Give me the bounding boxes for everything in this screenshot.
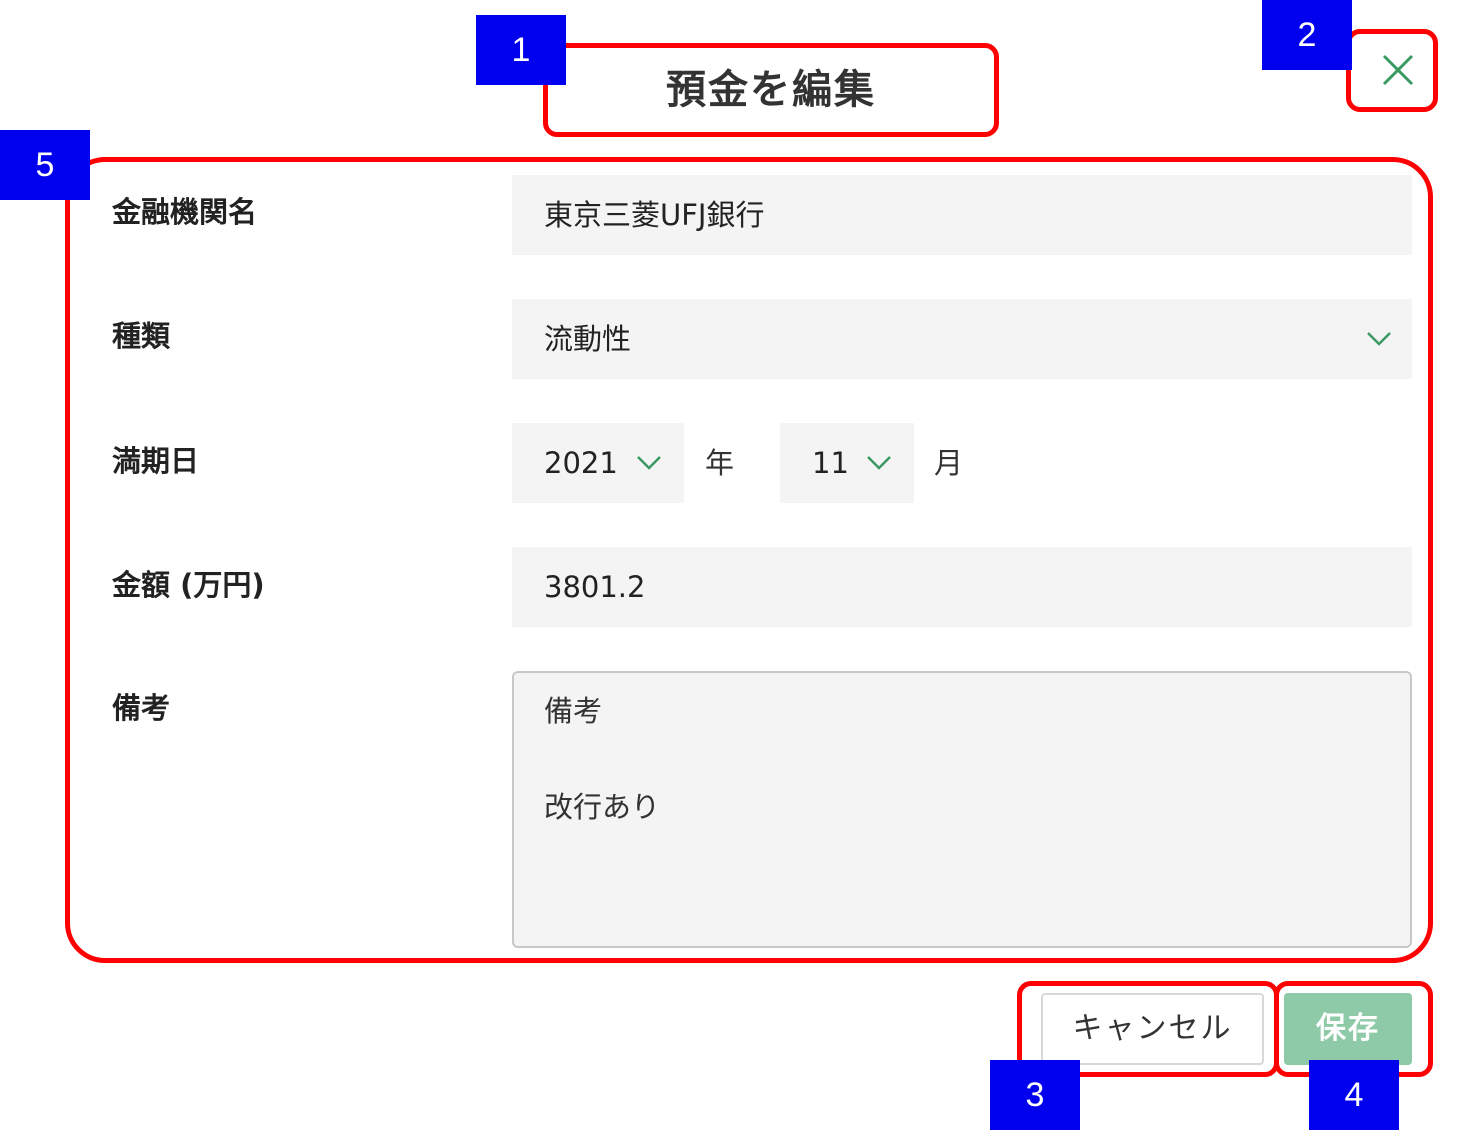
year-select[interactable]: 2021	[512, 423, 684, 503]
annotation-badge-5: 5	[0, 130, 90, 200]
month-unit-label: 月	[934, 446, 964, 480]
dialog-title: 預金を編集	[666, 67, 876, 113]
chevron-down-icon	[636, 423, 662, 503]
month-select[interactable]: 11	[780, 423, 914, 503]
institution-label: 金融機関名	[112, 195, 258, 229]
amount-input[interactable]: 3801.2	[512, 547, 1412, 627]
year-unit-label: 年	[705, 446, 735, 480]
save-button[interactable]: 保存	[1284, 993, 1412, 1065]
notes-label: 備考	[112, 691, 171, 725]
month-select-value: 11	[812, 446, 849, 480]
type-label: 種類	[112, 319, 171, 353]
maturity-label: 満期日	[112, 444, 200, 478]
annotation-badge-2: 2	[1262, 0, 1352, 70]
chevron-down-icon	[1366, 299, 1392, 379]
annotation-badge-3: 3	[990, 1060, 1080, 1130]
close-button[interactable]	[1368, 44, 1428, 96]
type-select-value: 流動性	[544, 322, 632, 356]
year-select-value: 2021	[544, 446, 618, 480]
chevron-down-icon	[866, 423, 892, 503]
type-select[interactable]: 流動性	[512, 299, 1412, 379]
annotation-badge-4: 4	[1309, 1060, 1399, 1130]
notes-textarea[interactable]: 備考 改行あり	[512, 671, 1412, 948]
institution-input[interactable]: 東京三菱UFJ銀行	[512, 175, 1412, 255]
amount-label: 金額 (万円)	[112, 568, 265, 602]
close-icon	[1382, 54, 1414, 86]
cancel-button[interactable]: キャンセル	[1041, 993, 1264, 1065]
